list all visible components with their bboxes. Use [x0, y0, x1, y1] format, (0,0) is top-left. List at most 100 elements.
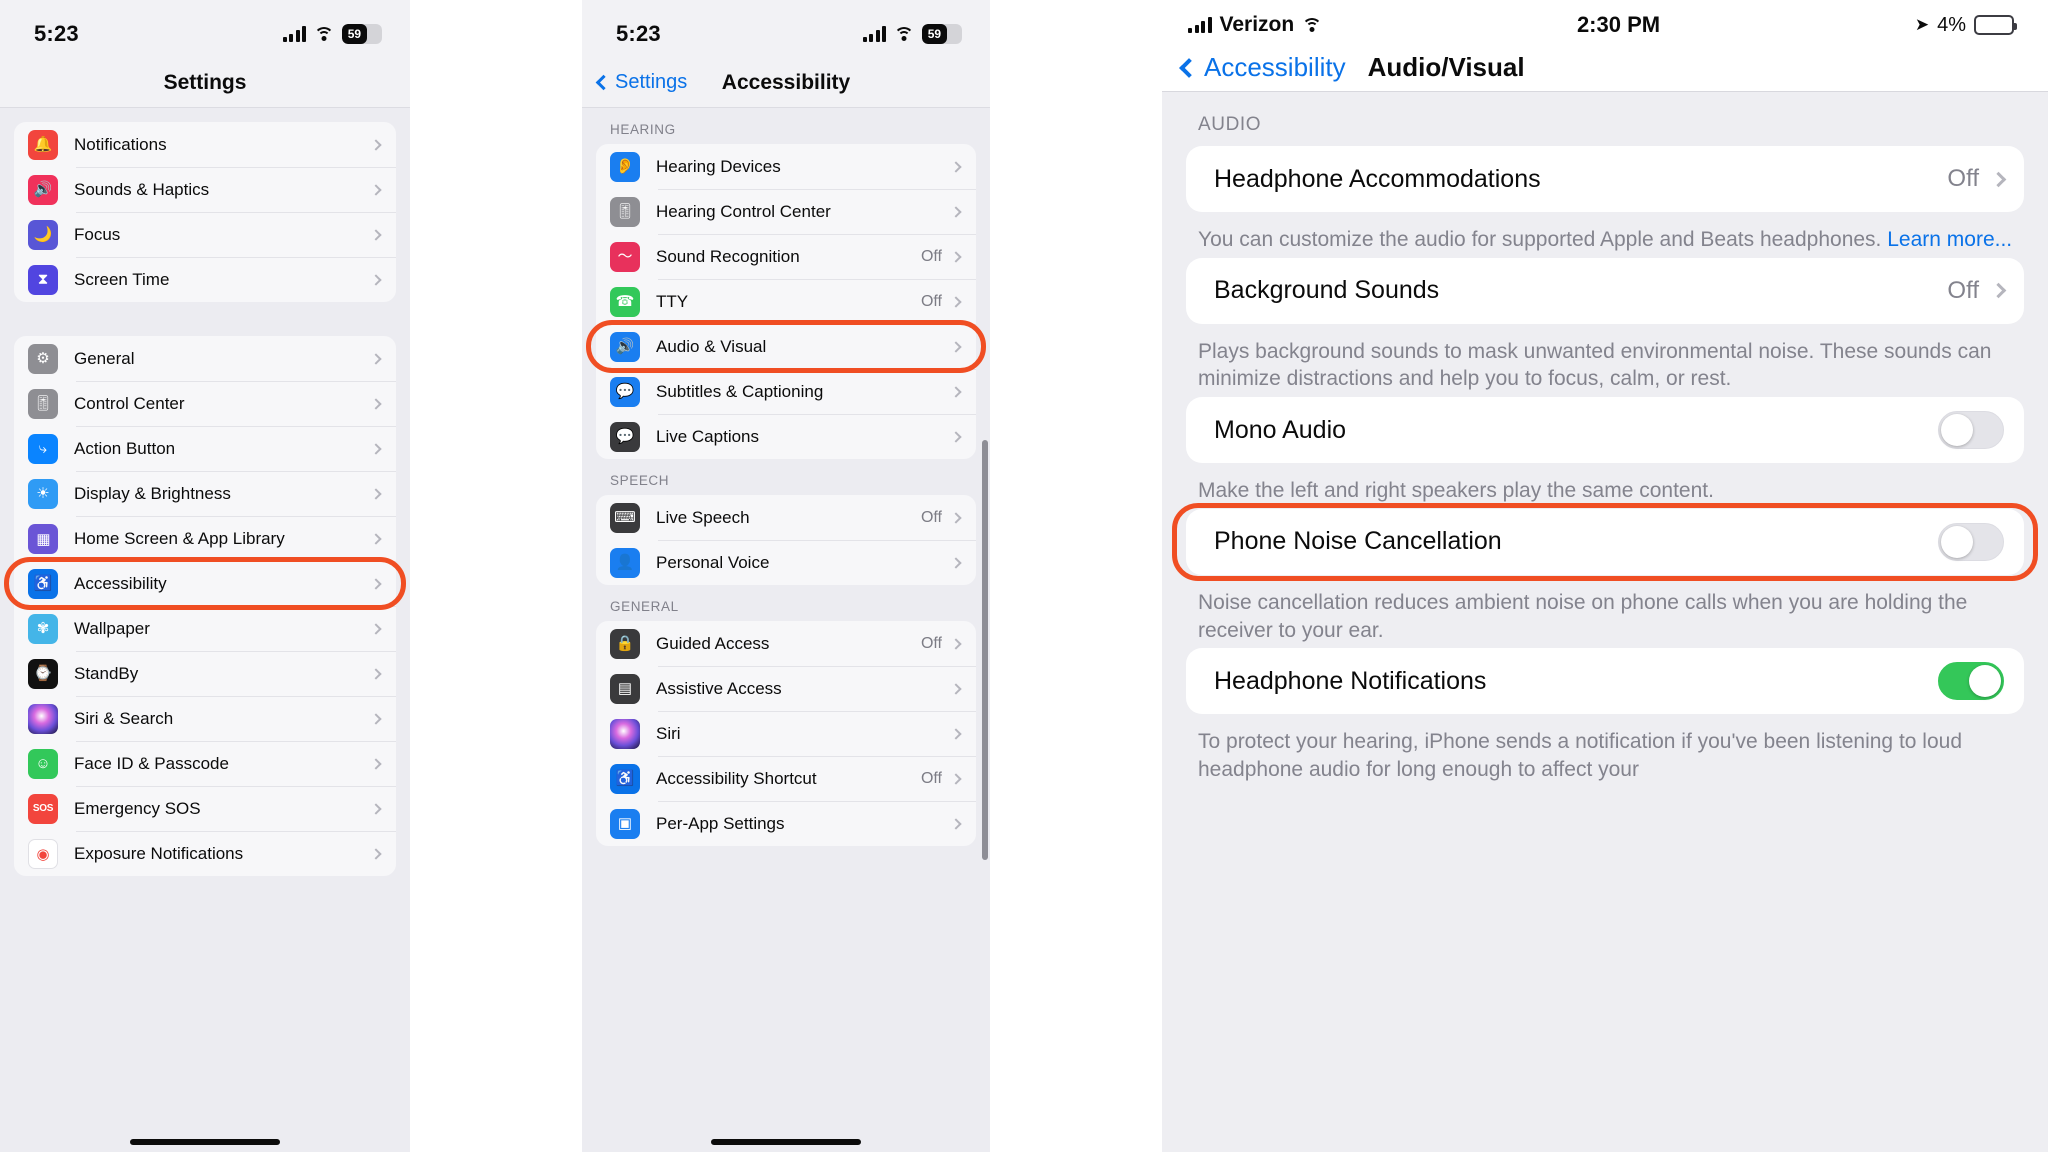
action-button-icon: ⤷: [28, 433, 58, 464]
personal-voice-icon: 👤: [610, 547, 640, 578]
toggle-switch[interactable]: [1938, 411, 2004, 450]
nav-bar: Settings Accessibility: [582, 58, 990, 108]
list-item[interactable]: Mono Audio: [1186, 397, 2024, 463]
chevron-right-icon: [950, 430, 962, 443]
list-item-label: Live Captions: [656, 426, 760, 446]
list-item[interactable]: 〜 Sound Recognition Off: [596, 234, 976, 279]
list-item-label: Live Speech: [656, 507, 750, 527]
list-item[interactable]: ☀ Display & Brightness: [14, 471, 396, 516]
list-item[interactable]: Siri & Search: [14, 696, 396, 741]
display-brightness-sun-icon: ☀: [28, 478, 58, 509]
list-item[interactable]: 💬 Live Captions: [596, 414, 976, 459]
list-item[interactable]: ♿ Accessibility Shortcut Off: [596, 756, 976, 801]
chevron-right-icon: [950, 556, 962, 569]
section-header: GENERAL: [610, 599, 679, 614]
page-title: Settings: [163, 70, 247, 94]
list-item-label: Accessibility: [74, 573, 167, 593]
live-captions-icon: 💬: [610, 421, 640, 452]
list-item-label: Headphone Accommodations: [1214, 164, 1541, 193]
description-text: Plays background sounds to mask unwanted…: [1198, 339, 1992, 391]
scrollbar-indicator[interactable]: [982, 440, 988, 860]
list-item[interactable]: 🔊 Audio & Visual: [596, 324, 976, 369]
list-item[interactable]: 🔒 Guided Access Off: [596, 621, 976, 666]
audio-visual-icon: 🔊: [610, 331, 640, 362]
toggle-switch[interactable]: [1938, 522, 2004, 561]
list-item[interactable]: ☎ TTY Off: [596, 279, 976, 324]
back-button[interactable]: Settings: [595, 71, 687, 94]
list-item[interactable]: ⚙ General: [14, 336, 396, 381]
section-header: HEARING: [610, 122, 676, 137]
list-item[interactable]: 🌙 Focus: [14, 212, 396, 257]
panel-audio-visual: Verizon 2:30 PM ➤ 4% Accessibility Audio…: [1162, 0, 2048, 1152]
list-item[interactable]: 🎚 Control Center: [14, 381, 396, 426]
battery-icon: [1973, 15, 2017, 35]
list-item-label: Screen Time: [74, 269, 170, 289]
list-item-label: Wallpaper: [74, 618, 150, 638]
settings-group-system: ⚙ General 🎚 Control Center ⤷ Action Button ☀ Di…: [14, 336, 396, 876]
list-item-label: Face ID & Passcode: [74, 753, 229, 773]
description-text: Noise cancellation reduces ambient noise…: [1198, 590, 1968, 642]
list-item[interactable]: ✾ Wallpaper: [14, 606, 396, 651]
chevron-left-icon: [1179, 57, 1199, 78]
list-item-label: Mono Audio: [1214, 415, 1347, 444]
chevron-right-icon: [370, 847, 382, 860]
chevron-right-icon: [370, 487, 382, 500]
list-item[interactable]: ▣ Per-App Settings: [596, 801, 976, 846]
location-arrow-icon: ➤: [1914, 15, 1930, 34]
list-item[interactable]: 🎚 Hearing Control Center: [596, 189, 976, 234]
chevron-right-icon: [950, 817, 962, 830]
list-item[interactable]: Headphone Accommodations Off: [1186, 146, 2024, 212]
live-speech-icon: ⌨: [610, 502, 640, 533]
settings-group: ⌨ Live Speech Off 👤 Personal Voice: [596, 495, 976, 585]
status-time: 5:23: [616, 21, 661, 46]
list-item-label: Personal Voice: [656, 552, 770, 572]
chevron-right-icon: [950, 772, 962, 785]
cellular-bars-icon: [282, 26, 306, 42]
list-item[interactable]: ⌚ StandBy: [14, 651, 396, 696]
list-item[interactable]: ⌨ Live Speech Off: [596, 495, 976, 540]
list-item-value: Off: [920, 292, 942, 310]
learn-more-link[interactable]: Learn more...: [1887, 228, 2012, 251]
description-text: You can customize the audio for supporte…: [1198, 228, 2013, 251]
screen-time-hourglass-icon: ⧗: [28, 264, 58, 295]
chevron-right-icon: [950, 637, 962, 650]
list-item[interactable]: ⤷ Action Button: [14, 426, 396, 471]
toggle-switch[interactable]: [1938, 662, 2004, 701]
list-item[interactable]: 👤 Personal Voice: [596, 540, 976, 585]
list-item[interactable]: ♿ Accessibility: [14, 561, 396, 606]
list-item[interactable]: 🔊 Sounds & Haptics: [14, 167, 396, 212]
list-item[interactable]: ◉ Exposure Notifications: [14, 831, 396, 876]
list-item[interactable]: SOS Emergency SOS: [14, 786, 396, 831]
sounds-haptics-speaker-icon: 🔊: [28, 174, 58, 205]
cellular-bars-icon: [1188, 17, 1212, 33]
panel-gap-2: [990, 0, 1162, 1152]
settings-group: Phone Noise Cancellation: [1186, 508, 2024, 575]
list-item[interactable]: 👂 Hearing Devices: [596, 144, 976, 189]
siri-orb-icon: [28, 703, 58, 734]
chevron-right-icon: [950, 340, 962, 353]
subtitles-captioning-icon: 💬: [610, 376, 640, 407]
list-item-label: Control Center: [74, 393, 185, 413]
settings-group-personal: 🔔 Notifications 🔊 Sounds & Haptics 🌙 Focus ⧗ Sc…: [14, 122, 396, 302]
list-item[interactable]: Background Sounds Off: [1186, 258, 2024, 324]
list-item[interactable]: ▦ Home Screen & App Library: [14, 516, 396, 561]
list-item[interactable]: Headphone Notifications: [1186, 648, 2024, 714]
settings-group: Background Sounds Off: [1186, 257, 2024, 324]
list-item-value: Off: [920, 634, 942, 652]
list-item[interactable]: Siri: [596, 711, 976, 756]
list-item[interactable]: Phone Noise Cancellation: [1186, 509, 2024, 575]
toggle-knob: [1941, 525, 1973, 558]
list-item-label: Display & Brightness: [74, 483, 231, 503]
list-item[interactable]: 🔔 Notifications: [14, 122, 396, 167]
back-label: Accessibility: [1204, 52, 1346, 82]
list-item[interactable]: ▤ Assistive Access: [596, 666, 976, 711]
list-item[interactable]: ⧗ Screen Time: [14, 257, 396, 302]
home-indicator: [711, 1139, 861, 1145]
list-item[interactable]: 💬 Subtitles & Captioning: [596, 369, 976, 414]
panel-accessibility-list: 5:23 59 Settings Accessibility HEARING 👂 H…: [582, 0, 990, 1152]
carrier-label: Verizon: [1219, 13, 1295, 36]
back-button[interactable]: Accessibility: [1179, 52, 1346, 83]
settings-group: 🔒 Guided Access Off ▤ Assistive Access Siri ♿ A…: [596, 621, 976, 846]
list-item[interactable]: ☺ Face ID & Passcode: [14, 741, 396, 786]
status-indicators: 59: [862, 24, 962, 44]
